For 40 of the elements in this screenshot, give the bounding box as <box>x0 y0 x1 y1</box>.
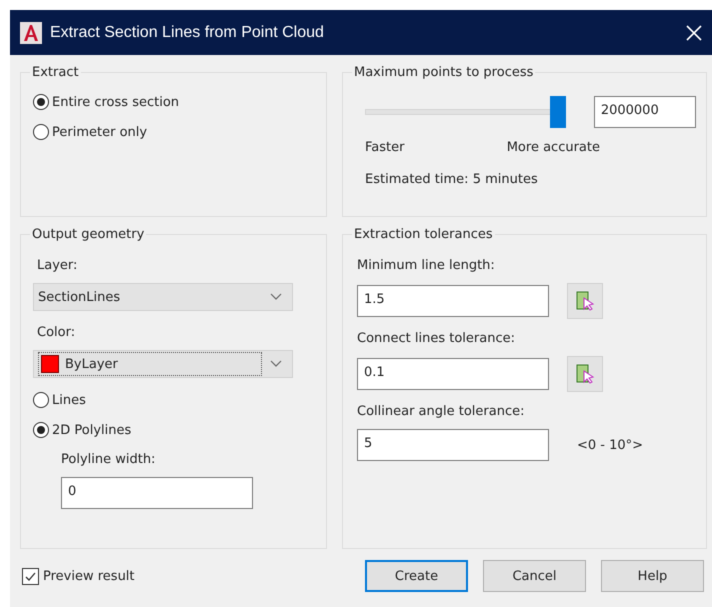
field-label: Minimum line length: <box>357 258 496 273</box>
radio-option[interactable]: 2D Polylines <box>33 422 132 438</box>
field-label: Connect lines tolerance: <box>357 331 516 346</box>
radio-option[interactable]: Perimeter only <box>33 124 148 140</box>
field-label: Color: <box>37 325 76 340</box>
slider[interactable] <box>365 96 566 128</box>
field-label: Collinear angle tolerance: <box>357 404 526 419</box>
tolerance-field[interactable]: 0.1 <box>357 358 549 390</box>
dialog-button[interactable]: Cancel <box>483 560 586 592</box>
field-label: Polyline width: <box>61 452 156 467</box>
preview-checkbox[interactable]: Preview result <box>22 568 135 584</box>
window-title: Extract Section Lines from Point Cloud <box>50 24 325 42</box>
color-dropdown[interactable]: ByLayer <box>33 350 293 378</box>
slider-max-label: More accurate <box>506 140 600 155</box>
radio-option[interactable]: Entire cross section <box>33 94 180 110</box>
pick-point-icon <box>574 363 596 385</box>
field-label: Layer: <box>37 258 78 273</box>
range-hint: <0 - 10°> <box>577 438 644 452</box>
dialog-button[interactable]: Help <box>601 560 704 592</box>
slider-min-label: Faster <box>365 140 404 155</box>
group-title: Extract <box>31 65 80 80</box>
slider-thumb[interactable] <box>550 96 566 128</box>
width-field[interactable]: 0 <box>61 477 253 509</box>
radio-option[interactable]: Lines <box>33 392 86 408</box>
pick-point-icon <box>574 290 596 312</box>
points-field[interactable]: 2000000 <box>594 96 696 128</box>
caret-icon <box>270 360 282 368</box>
estimate-text: Estimated time: 5 minutes <box>365 172 539 187</box>
layer-dropdown[interactable]: SectionLines <box>33 283 293 311</box>
group-title: Extraction tolerances <box>353 227 494 242</box>
close-icon[interactable] <box>686 24 702 40</box>
caret-icon <box>270 293 282 301</box>
group-title: Output geometry <box>31 227 146 242</box>
tolerance-field[interactable]: 1.5 <box>357 285 549 317</box>
app-logo-icon <box>20 22 42 44</box>
dialog-button[interactable]: Create <box>365 560 468 592</box>
group-title: Maximum points to process <box>353 65 534 80</box>
pick-button[interactable] <box>567 356 603 392</box>
tolerance-field[interactable]: 5 <box>357 429 549 461</box>
pick-button[interactable] <box>567 283 603 319</box>
